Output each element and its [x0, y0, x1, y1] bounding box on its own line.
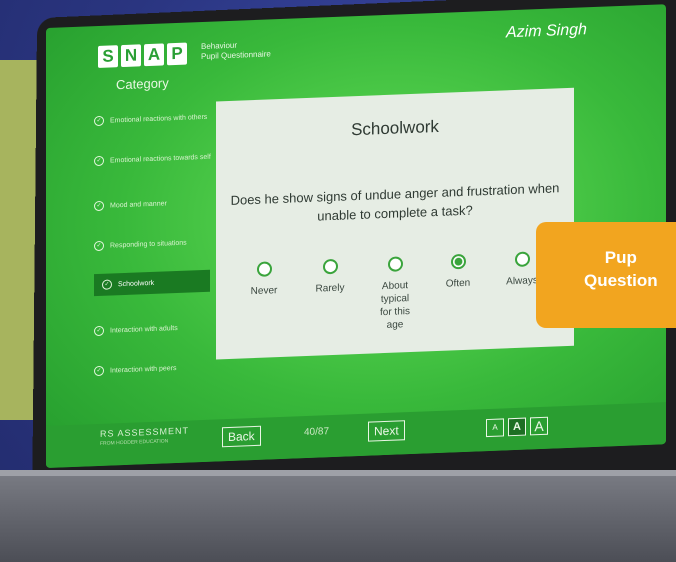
check-circle-icon: ✓	[102, 279, 112, 290]
logo-letter: N	[121, 44, 141, 68]
laptop-base	[0, 470, 676, 562]
sidebar-item-label: Mood and manner	[110, 199, 167, 210]
check-circle-icon: ✓	[94, 325, 104, 337]
option-rarely[interactable]: Rarely	[300, 258, 360, 296]
card-title: Schoolwork	[351, 116, 439, 140]
back-button[interactable]: Back	[222, 425, 261, 448]
option-label: Never	[250, 285, 278, 298]
question-card: Schoolwork Does he show signs of undue a…	[216, 87, 574, 360]
option-never[interactable]: Never	[234, 260, 294, 298]
product-name: Behaviour Pupil Questionnaire	[201, 39, 271, 62]
sidebar-item-label: Interaction with peers	[110, 364, 177, 375]
option-label: Often	[445, 277, 471, 290]
question-text: Does he show signs of undue anger and fr…	[230, 180, 560, 224]
sidebar-item-label: Interaction with adults	[110, 324, 178, 335]
laptop-base-edge	[0, 470, 676, 476]
check-circle-icon: ✓	[94, 115, 104, 127]
check-circle-icon: ✓	[94, 240, 104, 252]
badge-line2: Question	[584, 271, 658, 290]
radio-button[interactable]	[322, 258, 338, 275]
text-size-small-button[interactable]: A	[486, 418, 504, 438]
logo-letter: S	[98, 45, 118, 69]
logo-letter: P	[167, 42, 187, 66]
product-line2: Pupil Questionnaire	[201, 49, 271, 62]
page-counter: 40/87	[304, 426, 330, 439]
check-circle-icon: ✓	[94, 365, 104, 377]
radio-button[interactable]	[387, 256, 403, 272]
next-button[interactable]: Next	[368, 420, 405, 442]
check-circle-icon: ✓	[94, 155, 104, 167]
option-about-typical[interactable]: About typical for this age	[366, 255, 424, 332]
badge-label: Pup Question	[584, 246, 658, 292]
badge-line1: Pup	[604, 248, 637, 267]
option-label: Rarely	[315, 282, 345, 295]
sidebar-item-label: Responding to situations	[110, 239, 187, 250]
radio-button-selected[interactable]	[450, 253, 466, 270]
sidebar-item-label: Emotional reactions towards self	[110, 153, 211, 165]
radio-button[interactable]	[514, 251, 530, 268]
snap-logo: S N A P	[98, 42, 187, 69]
user-name: Azim Singh	[506, 21, 587, 42]
option-label: About typical for this age	[379, 280, 410, 331]
category-title: Category	[116, 75, 169, 93]
sidebar-item-interaction-with-peers[interactable]: ✓ Interaction with peers	[94, 360, 244, 377]
text-size-large-button[interactable]: A	[530, 416, 548, 436]
option-often[interactable]: Often	[428, 253, 488, 291]
check-circle-icon: ✓	[94, 200, 104, 212]
sidebar-item-schoolwork[interactable]: ✓ Schoolwork	[94, 269, 210, 297]
radio-button[interactable]	[256, 261, 272, 277]
logo-letter: A	[144, 43, 164, 67]
text-size-medium-button[interactable]: A	[508, 417, 526, 437]
sidebar-item-label: Schoolwork	[118, 279, 155, 288]
sidebar-item-label: Emotional reactions with others	[110, 113, 208, 125]
